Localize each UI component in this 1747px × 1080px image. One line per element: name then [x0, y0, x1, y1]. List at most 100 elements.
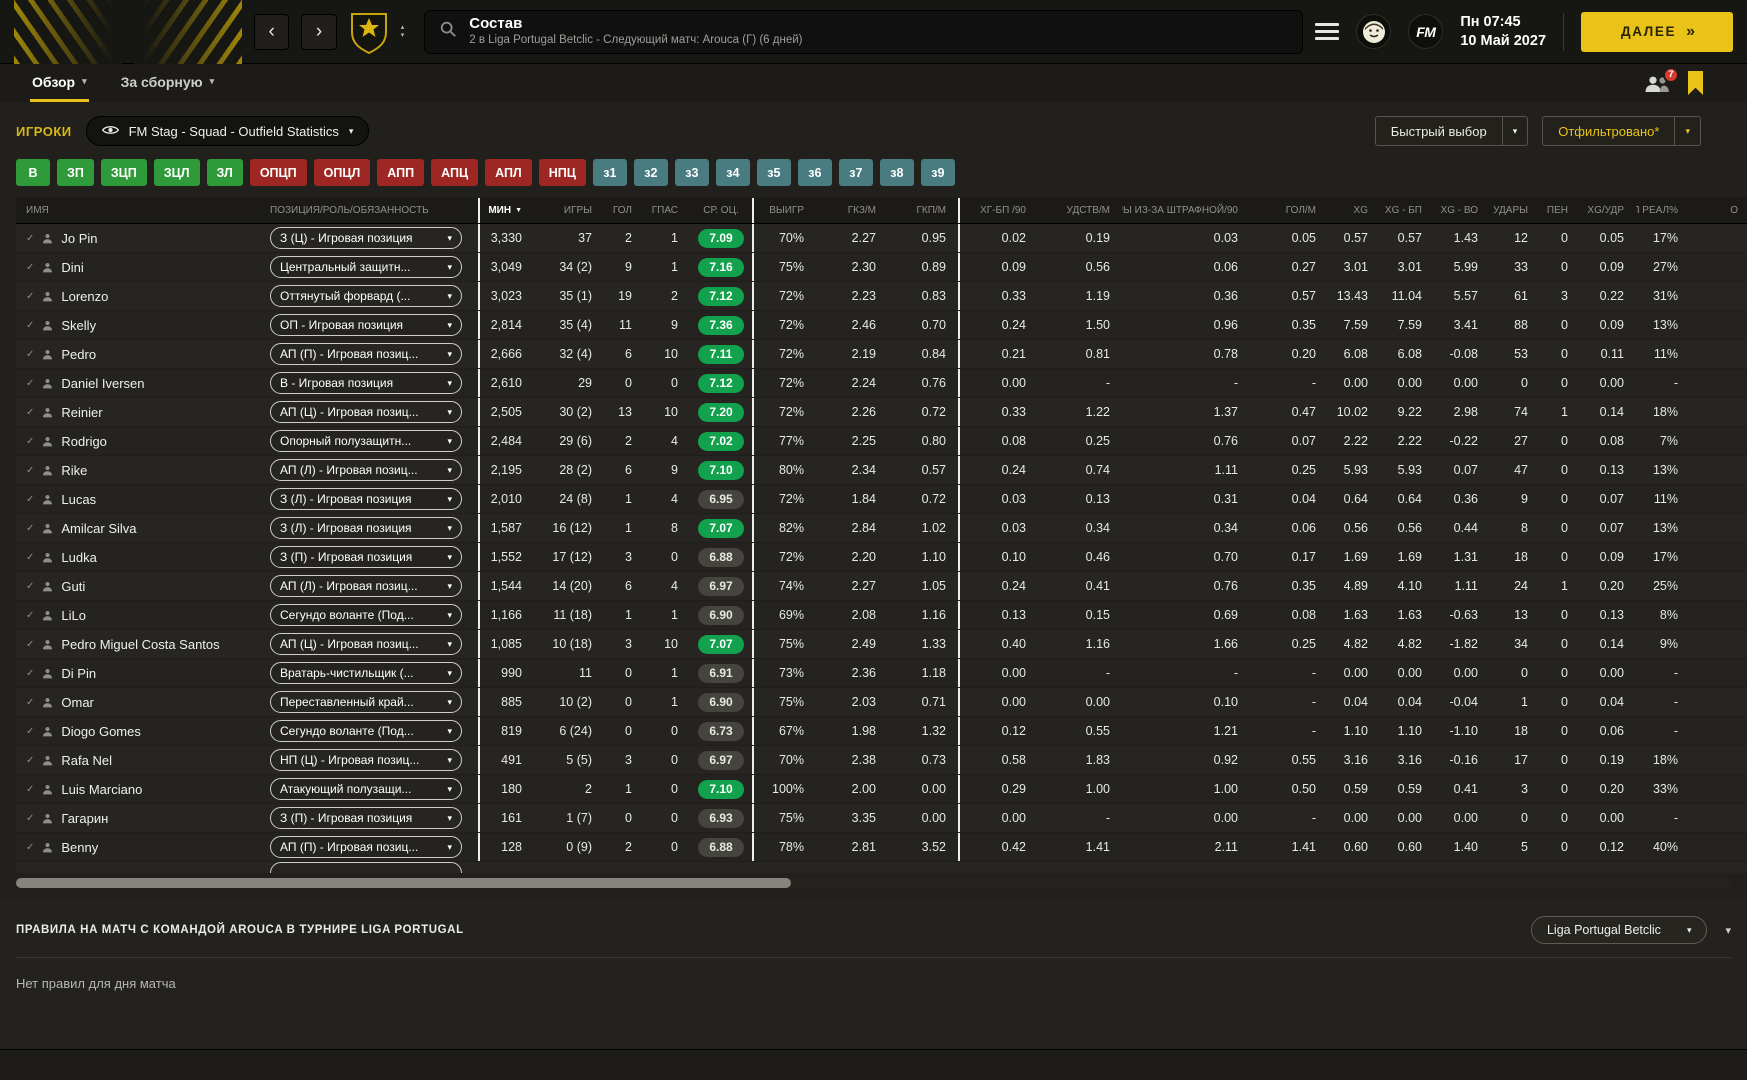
panel-collapse-icon[interactable]: ▾	[1725, 924, 1731, 937]
table-row[interactable]: ✓GutiАП (Л) - Игровая позиц...▾1,54414 (…	[16, 572, 1747, 601]
table-row[interactable]: ✓Jo PinЗ (Ц) - Игровая позиция▾3,3303721…	[16, 224, 1747, 253]
column-header[interactable]: XG/УДР	[1580, 198, 1636, 223]
role-dropdown[interactable]: ОП - Игровая позиция▾	[270, 314, 462, 336]
player-name-cell[interactable]: ✓Lucas	[16, 485, 256, 513]
player-name[interactable]: Lucas	[61, 492, 96, 507]
column-header[interactable]: ПОЗИЦИЯ/РОЛЬ/ОБЯЗАННОСТЬ	[256, 198, 478, 223]
role-dropdown[interactable]: Оттянутый форвард (...▾	[270, 285, 462, 307]
role-dropdown[interactable]: Сегундо воланте (Под...▾	[270, 604, 462, 626]
player-name-cell[interactable]: ✓Rodrigo	[16, 427, 256, 455]
player-name-cell[interactable]: ✓Pedro	[16, 340, 256, 368]
role-dropdown[interactable]: АП (Ц) - Игровая позиц...▾	[270, 633, 462, 655]
position-filter-АПЛ[interactable]: АПЛ	[485, 159, 532, 186]
player-name-cell[interactable]: ✓LiLo	[16, 601, 256, 629]
club-switch-arrows[interactable]: ▴▾	[401, 25, 405, 38]
column-header[interactable]: УДСТВ/М	[1038, 198, 1122, 223]
role-dropdown[interactable]: НП (Ц) - Игровая позиц...▾	[270, 749, 462, 771]
role-dropdown[interactable]: З (П) - Игровая позиция▾	[270, 546, 462, 568]
column-header[interactable]: ГПАС	[644, 198, 690, 223]
player-name[interactable]: Ludka	[61, 550, 96, 565]
column-header[interactable]: ИМЯ	[16, 198, 256, 223]
position-filter-з7[interactable]: з7	[839, 159, 873, 186]
player-name[interactable]: Benny	[61, 840, 98, 855]
column-header[interactable]: ИГРЫ	[534, 198, 604, 223]
position-filter-ЗЦП[interactable]: ЗЦП	[101, 159, 147, 186]
tab-national[interactable]: За сборную▾	[119, 64, 217, 102]
position-filter-з6[interactable]: з6	[798, 159, 832, 186]
position-filter-з8[interactable]: з8	[880, 159, 914, 186]
player-name[interactable]: Jo Pin	[61, 231, 97, 246]
table-row[interactable]: ✓OmarПереставленный край...▾88510 (2)016…	[16, 688, 1747, 717]
column-header[interactable]: П РЕАЛ%	[1636, 198, 1690, 223]
player-name[interactable]: Daniel Iversen	[61, 376, 144, 391]
column-header[interactable]: XG - БП	[1380, 198, 1434, 223]
club-badge[interactable]	[349, 10, 389, 54]
role-dropdown[interactable]: Сегундо воланте (Под...▾	[270, 720, 462, 742]
manager-avatar[interactable]	[1356, 14, 1391, 49]
hamburger-menu-icon[interactable]	[1315, 23, 1339, 40]
column-header[interactable]: XG	[1328, 198, 1380, 223]
player-name-cell[interactable]: ✓Pedro Miguel Costa Santos	[16, 630, 256, 658]
player-name-cell[interactable]: ✓Daniel Iversen	[16, 369, 256, 397]
player-name-cell[interactable]: ✓Lorenzo	[16, 282, 256, 310]
table-row[interactable]: ✓LiLoСегундо воланте (Под...▾1,16611 (18…	[16, 601, 1747, 630]
player-name[interactable]: Guti	[61, 579, 85, 594]
column-header[interactable]: МИН▼	[478, 198, 534, 223]
table-row[interactable]: ✓Luis MarcianoАтакующий полузащи...▾1802…	[16, 775, 1747, 804]
table-row[interactable]: ✓BennyАП (П) - Игровая позиц...▾1280 (9)…	[16, 833, 1747, 862]
player-name[interactable]: Luis Marciano	[61, 782, 142, 797]
position-filter-ОПЦП[interactable]: ОПЦП	[250, 159, 307, 186]
column-header[interactable]: О	[1690, 198, 1747, 223]
table-row[interactable]: ✓RodrigoОпорный полузащитн...▾2,48429 (6…	[16, 427, 1747, 456]
bookmark-icon[interactable]	[1688, 71, 1703, 95]
player-name[interactable]: Гагарин	[61, 811, 108, 826]
role-dropdown[interactable]: Вратарь-чистильщик (...▾	[270, 662, 462, 684]
position-filter-ЗЦЛ[interactable]: ЗЦЛ	[154, 159, 200, 186]
column-header[interactable]: ПЕН	[1540, 198, 1580, 223]
role-dropdown[interactable]: АП (Ц) - Игровая позиц...▾	[270, 401, 462, 423]
table-row[interactable]: ✓RikeАП (Л) - Игровая позиц...▾2,19528 (…	[16, 456, 1747, 485]
player-name-cell[interactable]: ✓Guti	[16, 572, 256, 600]
player-name-cell[interactable]: ✓Amilcar Silva	[16, 514, 256, 542]
player-name[interactable]: Reinier	[61, 405, 102, 420]
position-filter-ЗП[interactable]: ЗП	[57, 159, 94, 186]
player-name-cell[interactable]: ✓Ludka	[16, 543, 256, 571]
role-dropdown[interactable]: В - Игровая позиция▾	[270, 372, 462, 394]
position-filter-ОПЦЛ[interactable]: ОПЦЛ	[314, 159, 371, 186]
table-row[interactable]: ✓Diogo GomesСегундо воланте (Под...▾8196…	[16, 717, 1747, 746]
player-name[interactable]: Rafa Nel	[61, 753, 112, 768]
player-name[interactable]: Pedro	[61, 347, 96, 362]
fm-logo[interactable]: FM	[1408, 14, 1443, 49]
column-header[interactable]: УДАРЫ	[1490, 198, 1540, 223]
role-dropdown[interactable]: З (П) - Игровая позиция▾	[270, 807, 462, 829]
player-name[interactable]: Lorenzo	[61, 289, 108, 304]
player-name-cell[interactable]: ✓Reinier	[16, 398, 256, 426]
player-name[interactable]: Amilcar Silva	[61, 521, 136, 536]
table-row[interactable]: ✓Pedro Miguel Costa Santos АП (Ц) - Игров…	[16, 630, 1747, 659]
player-name-cell[interactable]: ✓Rike	[16, 456, 256, 484]
table-row[interactable]: ✓PedroАП (П) - Игровая позиц...▾2,66632 …	[16, 340, 1747, 369]
column-header[interactable]: ГКЗ/М	[816, 198, 888, 223]
table-row[interactable]: ✓ReinierАП (Ц) - Игровая позиц...▾2,5053…	[16, 398, 1747, 427]
table-row[interactable]: ✓LudkaЗ (П) - Игровая позиция▾1,55217 (1…	[16, 543, 1747, 572]
column-header[interactable]: ГОЛ/М	[1250, 198, 1328, 223]
table-row[interactable]: ✓SkellyОП - Игровая позиция▾2,81435 (4)1…	[16, 311, 1747, 340]
player-name-cell[interactable]: ✓Di Pin	[16, 659, 256, 687]
tab-overview[interactable]: Обзор▾	[30, 64, 89, 102]
role-dropdown[interactable]: АП (Л) - Игровая позиц...▾	[270, 459, 462, 481]
back-button[interactable]: ‹	[254, 14, 289, 50]
column-header[interactable]: XG - ВО	[1434, 198, 1490, 223]
player-name-cell[interactable]: ✓Benny	[16, 833, 256, 861]
player-name-cell[interactable]: ✓Гагарин	[16, 804, 256, 832]
table-row[interactable]: ✓ГагаринЗ (П) - Игровая позиция▾1611 (7)…	[16, 804, 1747, 833]
role-dropdown[interactable]: Переставленный край...▾	[270, 691, 462, 713]
player-name[interactable]: Omar	[61, 695, 94, 710]
position-filter-з5[interactable]: з5	[757, 159, 791, 186]
role-dropdown[interactable]: Атакующий полузащи...▾	[270, 778, 462, 800]
role-dropdown[interactable]: Опорный полузащитн...▾	[270, 430, 462, 452]
forward-button[interactable]: ›	[301, 14, 336, 50]
role-dropdown[interactable]: АП (П) - Игровая позиц...▾	[270, 343, 462, 365]
position-filter-з1[interactable]: з1	[593, 159, 627, 186]
continue-button[interactable]: ДАЛЕЕ »	[1581, 12, 1733, 52]
table-row[interactable]: ✓DiniЦентральный защитн...▾3,04934 (2)91…	[16, 253, 1747, 282]
